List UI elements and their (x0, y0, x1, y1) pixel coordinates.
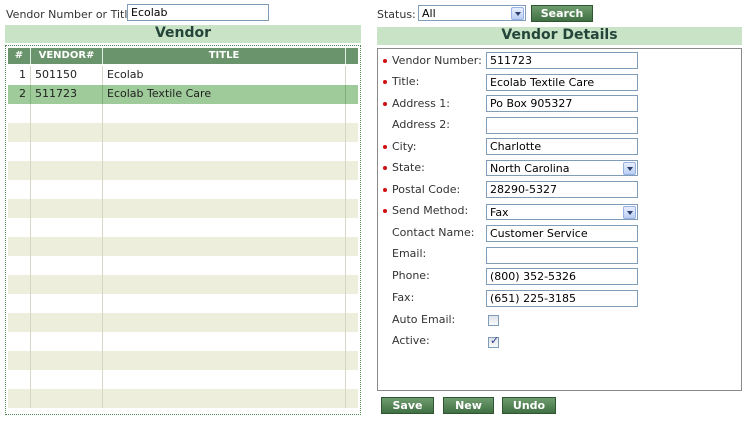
empty-row (8, 370, 358, 389)
city-field[interactable]: Charlotte (486, 138, 638, 155)
status-label: Status: (377, 8, 416, 21)
empty-row (8, 142, 358, 161)
empty-row (8, 332, 358, 351)
search-input[interactable] (127, 4, 269, 21)
empty-row (8, 180, 358, 199)
required-marker (383, 209, 387, 213)
table-row[interactable]: 1 501150 Ecolab (8, 66, 358, 85)
empty-row (8, 351, 358, 370)
auto-email-label: Auto Email: (392, 313, 456, 326)
city-label: City: (392, 140, 417, 153)
empty-row (8, 313, 358, 332)
required-marker (383, 102, 387, 106)
status-select-value: All (422, 7, 436, 20)
row-number: 2 (8, 85, 31, 104)
email-label: Email: (392, 247, 427, 260)
empty-row (8, 275, 358, 294)
empty-row (8, 218, 358, 237)
row-title: Ecolab Textile Care (103, 85, 346, 104)
required-marker (383, 59, 387, 63)
vendor-number-label: Vendor Number: (392, 54, 482, 67)
postal-code-label: Postal Code: (392, 183, 461, 196)
vendor-grid: # VENDOR# TITLE 1 501150 Ecolab 2 511723… (5, 45, 361, 415)
row-title: Ecolab (103, 66, 346, 85)
required-marker (383, 145, 387, 149)
row-spacer (346, 85, 358, 104)
save-button[interactable]: Save (381, 397, 434, 414)
status-select[interactable]: All (418, 5, 526, 21)
address1-label: Address 1: (392, 97, 451, 110)
send-method-label: Send Method: (392, 204, 469, 217)
vendor-number-field[interactable]: 511723 (486, 52, 638, 69)
undo-button[interactable]: Undo (502, 397, 556, 414)
table-row-selected[interactable]: 2 511723 Ecolab Textile Care (8, 85, 358, 104)
search-label: Vendor Number or Title: (6, 8, 138, 21)
row-vendor-number: 511723 (31, 85, 103, 104)
empty-row (8, 237, 358, 256)
postal-code-field[interactable]: 28290-5327 (486, 181, 638, 198)
title-label: Title: (392, 75, 420, 88)
vendor-section-title: Vendor (5, 25, 361, 43)
column-header-number[interactable]: # (8, 48, 31, 64)
fax-label: Fax: (392, 291, 415, 304)
grid-header: # VENDOR# TITLE (8, 48, 358, 64)
address1-field[interactable]: Po Box 905327 (486, 95, 638, 112)
column-header-spacer (346, 48, 358, 64)
state-select-value: North Carolina (490, 162, 570, 175)
empty-row (8, 104, 358, 123)
empty-row (8, 161, 358, 180)
contact-name-label: Contact Name: (392, 226, 475, 239)
state-label: State: (392, 161, 425, 174)
send-method-select[interactable]: Fax (486, 204, 638, 220)
chevron-down-icon[interactable] (623, 162, 636, 175)
row-vendor-number: 501150 (31, 66, 103, 85)
details-section-title: Vendor Details (377, 27, 742, 45)
title-field[interactable]: Ecolab Textile Care (486, 74, 638, 91)
empty-row (8, 199, 358, 218)
new-button[interactable]: New (443, 397, 494, 414)
state-select[interactable]: North Carolina (486, 160, 638, 176)
contact-name-field[interactable]: Customer Service (486, 225, 638, 242)
active-checkbox[interactable]: ✓ (488, 334, 500, 348)
column-header-vendor[interactable]: VENDOR# (31, 48, 103, 64)
search-button[interactable]: Search (531, 5, 593, 22)
empty-row (8, 294, 358, 313)
empty-row (8, 256, 358, 275)
required-marker (383, 166, 387, 170)
row-spacer (346, 66, 358, 85)
details-panel: Vendor Number: 511723 Title: Ecolab Text… (377, 48, 742, 391)
phone-label: Phone: (392, 269, 430, 282)
address2-field[interactable] (486, 117, 638, 134)
required-marker (383, 188, 387, 192)
check-icon: ✓ (490, 334, 500, 347)
row-number: 1 (8, 66, 31, 85)
email-field[interactable] (486, 247, 638, 264)
required-marker (383, 80, 387, 84)
address2-label: Address 2: (392, 118, 451, 131)
active-label: Active: (392, 334, 430, 347)
empty-row (8, 389, 358, 408)
empty-row (8, 123, 358, 142)
phone-field[interactable]: (800) 352-5326 (486, 268, 638, 285)
chevron-down-icon[interactable] (511, 7, 524, 20)
auto-email-checkbox[interactable] (488, 315, 499, 326)
send-method-select-value: Fax (490, 206, 509, 219)
chevron-down-icon[interactable] (623, 206, 636, 219)
fax-field[interactable]: (651) 225-3185 (486, 290, 638, 307)
column-header-title[interactable]: TITLE (103, 48, 346, 64)
